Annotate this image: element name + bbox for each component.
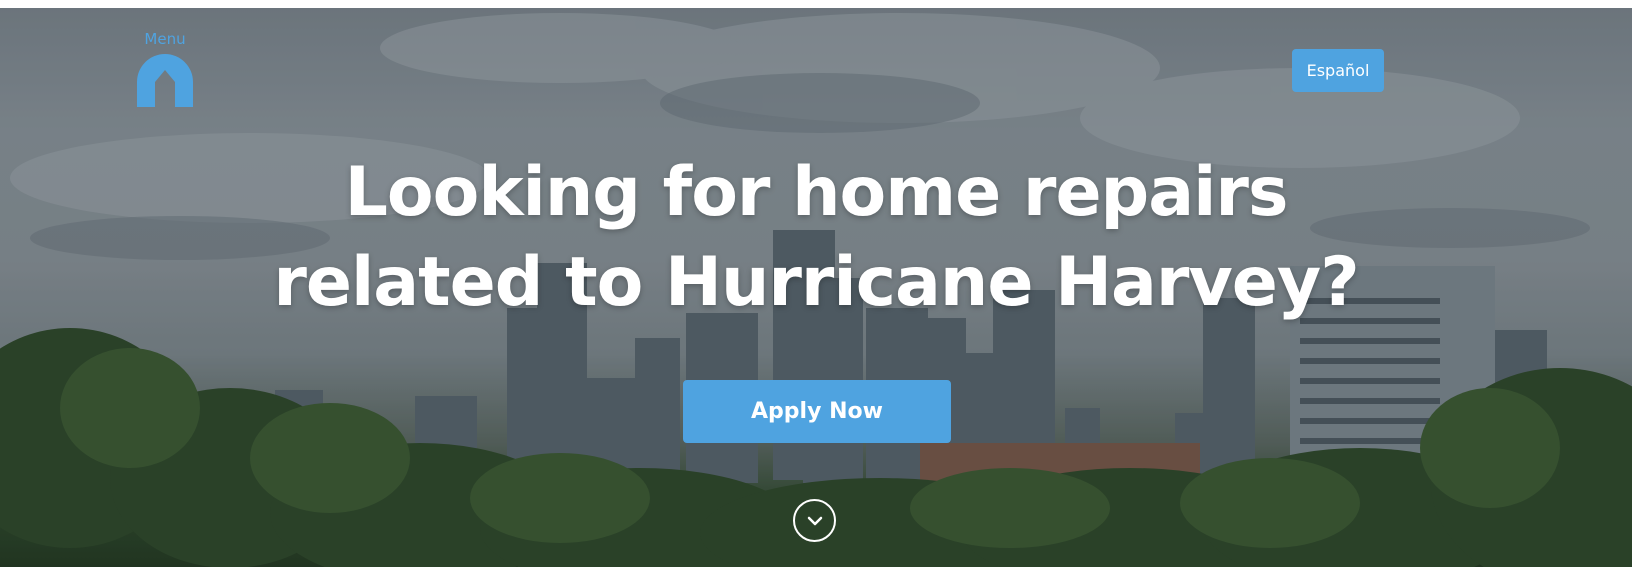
scroll-down-button[interactable] bbox=[793, 499, 836, 542]
top-strip bbox=[0, 0, 1632, 8]
chevron-down-icon bbox=[807, 516, 822, 525]
hero-headline: Looking for home repairs related to Hurr… bbox=[0, 148, 1632, 328]
hero-headline-line-2: related to Hurricane Harvey? bbox=[273, 243, 1359, 322]
house-arch-icon bbox=[137, 54, 193, 107]
apply-now-button[interactable]: Apply Now bbox=[683, 380, 951, 443]
language-toggle-button[interactable]: Español bbox=[1292, 49, 1384, 92]
menu-button[interactable]: Menu bbox=[135, 30, 195, 107]
menu-label: Menu bbox=[144, 30, 186, 48]
hero-headline-line-1: Looking for home repairs bbox=[344, 153, 1289, 232]
